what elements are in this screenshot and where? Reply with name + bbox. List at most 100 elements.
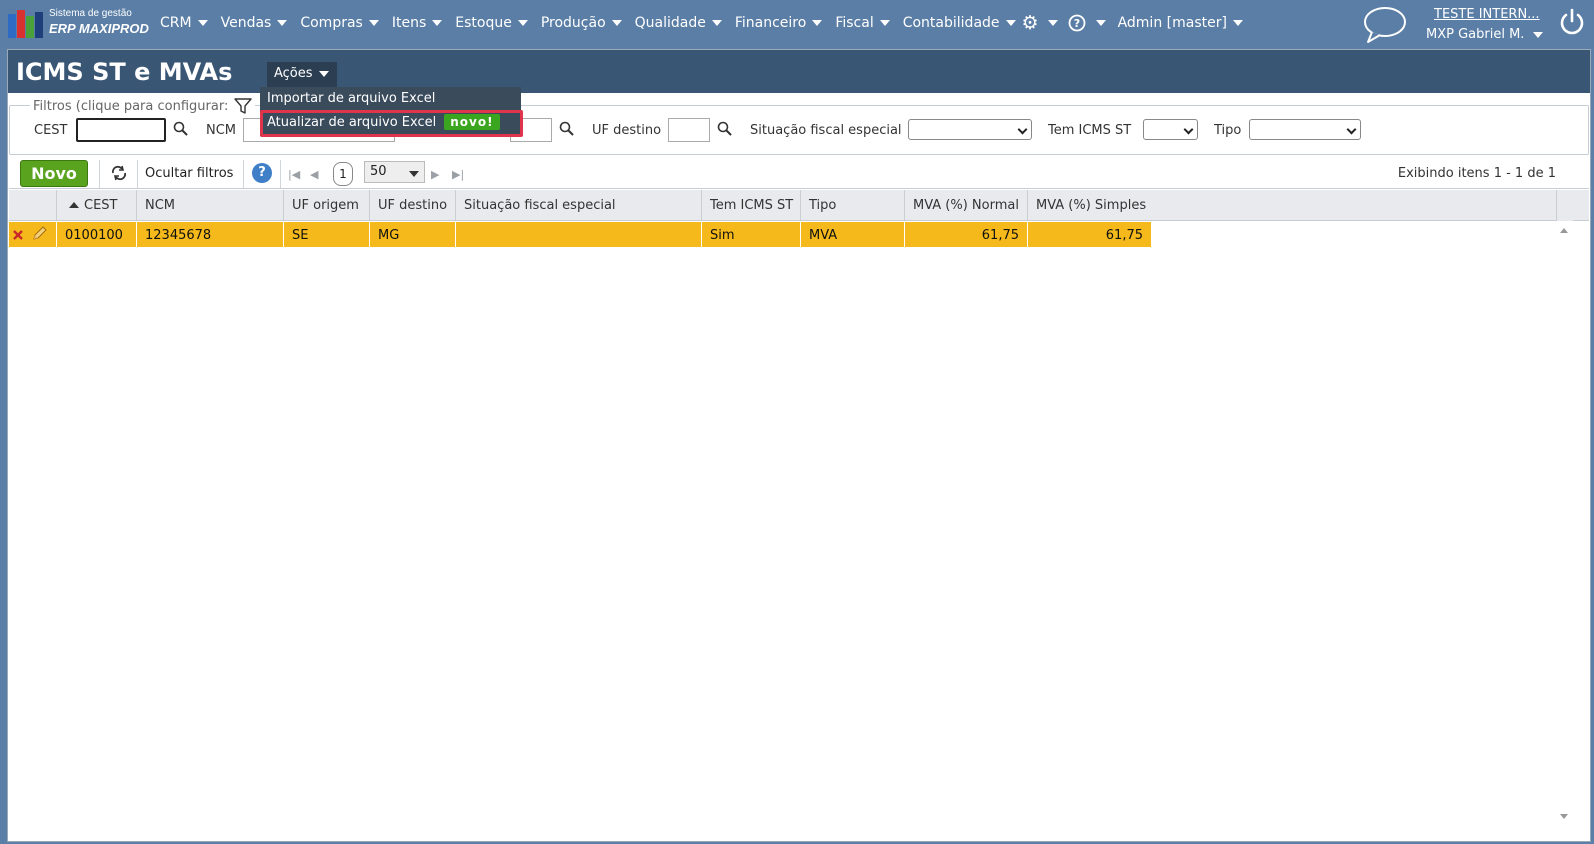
cell-mva-normal: 61,75	[905, 222, 1028, 247]
help-icon[interactable]: ?	[252, 163, 272, 183]
settings-menu[interactable]: ⚙	[1021, 12, 1058, 34]
chevron-down-icon	[517, 20, 528, 26]
user-name: MXP Gabriel M.	[1426, 27, 1525, 42]
table-row[interactable]: 0100100 12345678 SE MG Sim MVA 61,75 61,…	[9, 222, 1151, 247]
user-area: TESTE INTERN... MXP Gabriel M.	[1426, 7, 1544, 42]
cell-tem-icms-st: Sim	[702, 222, 801, 247]
chevron-down-icon	[1183, 124, 1194, 135]
column-header-situacao[interactable]: Situação fiscal especial	[456, 190, 702, 220]
filter-icon[interactable]	[234, 98, 253, 114]
menu-producao[interactable]: Produção	[541, 15, 622, 31]
column-header-ncm[interactable]: NCM	[137, 190, 284, 220]
search-icon[interactable]	[173, 121, 189, 137]
menu-financeiro[interactable]: Financeiro	[735, 15, 823, 31]
chevron-down-icon	[611, 20, 622, 26]
next-page-icon[interactable]: ▶	[431, 168, 439, 181]
tipo-select[interactable]	[1249, 119, 1361, 140]
page-size-value: 50	[370, 164, 387, 179]
question-circle-icon: ?	[1068, 14, 1085, 32]
filters-legend[interactable]: Filtros (clique para configurar:	[30, 98, 256, 114]
chevron-down-icon	[879, 20, 890, 26]
user-menu[interactable]: MXP Gabriel M.	[1426, 27, 1544, 42]
update-excel-label: Atualizar de arquivo Excel	[267, 114, 437, 130]
menu-compras[interactable]: Compras	[300, 15, 379, 31]
svg-text:?: ?	[1073, 17, 1079, 30]
column-header-uf-destino[interactable]: UF destino	[370, 190, 456, 220]
actions-button[interactable]: Ações	[267, 62, 337, 88]
delete-icon[interactable]	[13, 230, 23, 240]
page-title: ICMS ST e MVAs	[16, 58, 233, 86]
cest-label: CEST	[34, 123, 68, 138]
update-excel-item[interactable]: Atualizar de arquivo Excel novo!	[267, 114, 500, 130]
hide-filters-button[interactable]: Ocultar filtros	[145, 166, 233, 181]
admin-menu[interactable]: Admin [master]	[1118, 15, 1243, 31]
menu-crm[interactable]: CRM	[160, 15, 208, 31]
ncm-label: NCM	[206, 123, 237, 138]
tem-icms-select[interactable]	[1143, 119, 1198, 140]
column-header-tipo[interactable]: Tipo	[801, 190, 905, 220]
column-header-mva-simples[interactable]: MVA (%) Simples	[1028, 190, 1151, 220]
new-badge: novo!	[444, 114, 500, 130]
menu-qualidade[interactable]: Qualidade	[635, 15, 722, 31]
erp-logo[interactable]: Sistema de gestão ERP MAXIPROD	[8, 7, 149, 41]
import-excel-item[interactable]: Importar de arquivo Excel	[267, 91, 435, 106]
menu-estoque-label: Estoque	[455, 15, 512, 31]
cest-input[interactable]	[76, 118, 166, 142]
situacao-select[interactable]	[908, 119, 1032, 140]
first-page-icon[interactable]: |◀	[288, 168, 300, 181]
chevron-down-icon	[197, 20, 208, 26]
last-page-icon[interactable]: ▶|	[452, 168, 464, 181]
page-number[interactable]: 1	[333, 162, 353, 186]
column-header-label: CEST	[84, 198, 118, 213]
cell-ncm: 12345678	[137, 222, 284, 247]
menu-contabilidade-label: Contabilidade	[902, 15, 1000, 31]
column-header-tem-icms-st[interactable]: Tem ICMS ST	[702, 190, 801, 220]
prev-page-icon[interactable]: ◀	[310, 168, 318, 181]
main-menu: CRM Vendas Compras Itens Estoque Produçã…	[160, 12, 1256, 34]
tipo-label: Tipo	[1214, 123, 1242, 138]
page-container: ICMS ST e MVAs Ações Filtros (clique par…	[7, 49, 1591, 842]
chevron-down-icon	[318, 71, 329, 77]
cell-mva-simples: 61,75	[1105, 228, 1143, 243]
scroll-down-icon[interactable]	[1560, 814, 1568, 819]
edit-pencil-icon[interactable]	[31, 226, 47, 242]
chat-bubble-icon[interactable]	[1362, 5, 1408, 45]
gear-icon: ⚙	[1021, 12, 1039, 34]
menu-compras-label: Compras	[300, 15, 363, 31]
column-header-cest[interactable]: CEST	[57, 190, 137, 220]
grid-toolbar: Novo Ocultar filtros ? |◀ ◀ 1 50 ▶ ▶| Ex…	[9, 158, 1589, 189]
scroll-up-icon[interactable]	[1560, 228, 1568, 233]
menu-fiscal[interactable]: Fiscal	[835, 15, 890, 31]
column-header-uf-origem[interactable]: UF origem	[284, 190, 370, 220]
search-icon[interactable]	[559, 121, 575, 137]
chevron-down-icon	[1346, 124, 1357, 135]
menu-itens-label: Itens	[391, 15, 427, 31]
toolbar-divider	[99, 160, 100, 188]
logo-subtitle: Sistema de gestão	[49, 8, 132, 19]
novo-button[interactable]: Novo	[20, 160, 88, 187]
search-icon[interactable]	[717, 121, 733, 137]
uf-destino-input[interactable]	[668, 118, 710, 142]
refresh-icon[interactable]	[110, 165, 128, 181]
menu-qualidade-label: Qualidade	[634, 15, 706, 31]
chevron-down-icon	[1005, 20, 1016, 26]
company-link[interactable]: TESTE INTERN...	[1434, 7, 1543, 22]
menu-itens[interactable]: Itens	[391, 15, 443, 31]
power-icon[interactable]	[1558, 8, 1586, 36]
page-size-select[interactable]: 50	[364, 161, 425, 183]
vertical-scrollbar[interactable]	[1556, 222, 1573, 821]
menu-estoque[interactable]: Estoque	[455, 15, 528, 31]
chevron-down-icon	[1047, 20, 1058, 26]
menu-contabilidade[interactable]: Contabilidade	[903, 15, 1016, 31]
actions-label: Ações	[274, 66, 313, 81]
cell-cest: 0100100	[57, 222, 137, 247]
filters-panel: Filtros (clique para configurar: CEST NC…	[9, 98, 1589, 155]
column-header-mva-normal[interactable]: MVA (%) Normal	[905, 190, 1028, 220]
logo-icon	[8, 10, 44, 40]
chevron-down-icon	[1095, 20, 1106, 26]
help-menu[interactable]: ?	[1068, 14, 1106, 32]
top-navigation-bar: Sistema de gestão ERP MAXIPROD CRM Venda…	[0, 0, 1594, 48]
actions-dropdown: Importar de arquivo Excel Atualizar de a…	[260, 87, 523, 137]
menu-vendas[interactable]: Vendas	[221, 15, 288, 31]
menu-fiscal-label: Fiscal	[835, 15, 874, 31]
